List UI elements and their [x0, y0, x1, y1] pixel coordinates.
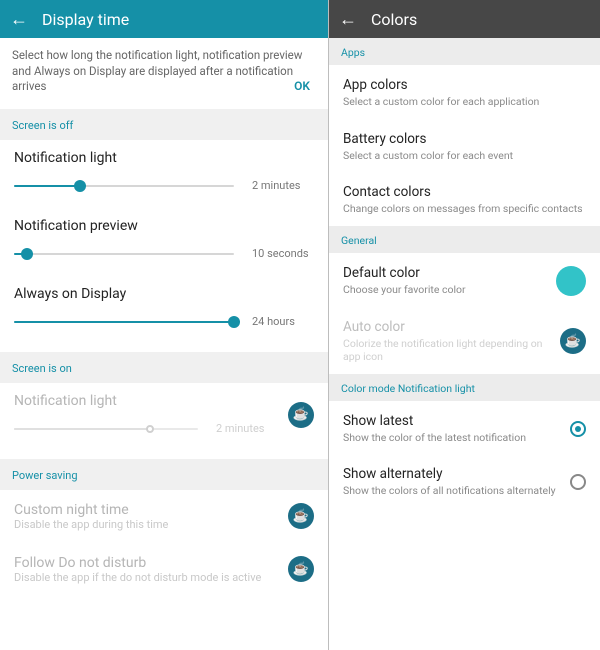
premium-icon[interactable]: ☕	[288, 402, 314, 428]
section-power-saving: Power saving	[0, 459, 328, 490]
row-title: Contact colors	[343, 184, 586, 200]
app-colors-row[interactable]: App colors Select a custom color for eac…	[329, 65, 600, 119]
section-general: General	[329, 226, 600, 253]
auto-color-row[interactable]: Auto color Colorize the notification lig…	[329, 307, 600, 374]
row-title: Always on Display	[14, 286, 314, 302]
notification-light-slider[interactable]	[14, 178, 234, 194]
show-alternately-row[interactable]: Show alternately Show the colors of all …	[329, 454, 600, 508]
appbar: ← Display time	[0, 0, 328, 38]
color-swatch[interactable]	[556, 266, 586, 296]
row-title: Notification light	[14, 150, 314, 166]
row-subtitle: Show the color of the latest notificatio…	[343, 431, 570, 445]
row-title: Default color	[343, 265, 556, 281]
premium-icon[interactable]: ☕	[560, 328, 586, 354]
row-title: Show latest	[343, 413, 570, 429]
radio-unselected-icon[interactable]	[570, 474, 586, 490]
row-title: Auto color	[343, 319, 560, 335]
slider-value: 10 seconds	[252, 247, 314, 260]
back-icon[interactable]: ←	[339, 9, 357, 30]
row-subtitle: Colorize the notification light dependin…	[343, 337, 560, 364]
default-color-row[interactable]: Default color Choose your favorite color	[329, 253, 600, 307]
always-on-display-row[interactable]: Always on Display 24 hours	[0, 276, 328, 344]
radio-selected-icon[interactable]	[570, 421, 586, 437]
row-subtitle: Change colors on messages from specific …	[343, 202, 586, 216]
description-row: Select how long the notification light, …	[0, 38, 328, 101]
row-title: Battery colors	[343, 131, 586, 147]
section-color-mode: Color mode Notification light	[329, 374, 600, 401]
follow-dnd-row[interactable]: Follow Do not disturb Disable the app if…	[0, 543, 328, 596]
slider-value: 2 minutes	[252, 179, 314, 192]
colors-screen: ← Colors Apps App colors Select a custom…	[329, 0, 600, 650]
row-title: Follow Do not disturb	[14, 555, 288, 571]
display-time-screen: ← Display time Select how long the notif…	[0, 0, 329, 650]
notification-preview-row[interactable]: Notification preview 10 seconds	[0, 208, 328, 276]
row-subtitle: Select a custom color for each event	[343, 149, 586, 163]
notification-light-row[interactable]: Notification light 2 minutes	[0, 140, 328, 208]
row-title: Notification light	[14, 393, 278, 409]
premium-icon[interactable]: ☕	[288, 503, 314, 529]
appbar: ← Colors	[329, 0, 600, 38]
ok-button[interactable]: OK	[294, 78, 310, 94]
notification-preview-slider[interactable]	[14, 246, 234, 262]
row-title: Custom night time	[14, 502, 288, 518]
row-title: Show alternately	[343, 466, 570, 482]
custom-night-time-row[interactable]: Custom night time Disable the app during…	[0, 490, 328, 543]
notification-light-on-slider	[14, 421, 198, 437]
slider-value: 24 hours	[252, 315, 314, 328]
description-text: Select how long the notification light, …	[12, 48, 302, 93]
section-apps: Apps	[329, 38, 600, 65]
back-icon[interactable]: ←	[10, 9, 28, 30]
always-on-display-slider[interactable]	[14, 314, 234, 330]
premium-icon[interactable]: ☕	[288, 556, 314, 582]
section-screen-off: Screen is off	[0, 109, 328, 140]
row-subtitle: Show the colors of all notifications alt…	[343, 484, 570, 498]
row-subtitle: Choose your favorite color	[343, 283, 556, 297]
notification-light-on-row: Notification light 2 minutes ☕	[0, 383, 328, 451]
row-subtitle: Disable the app during this time	[14, 518, 288, 531]
contact-colors-row[interactable]: Contact colors Change colors on messages…	[329, 172, 600, 226]
battery-colors-row[interactable]: Battery colors Select a custom color for…	[329, 119, 600, 173]
page-title: Colors	[371, 10, 417, 29]
row-title: App colors	[343, 77, 586, 93]
slider-value: 2 minutes	[216, 422, 278, 435]
row-subtitle: Disable the app if the do not disturb mo…	[14, 571, 288, 584]
row-subtitle: Select a custom color for each applicati…	[343, 95, 586, 109]
section-screen-on: Screen is on	[0, 352, 328, 383]
show-latest-row[interactable]: Show latest Show the color of the latest…	[329, 401, 600, 455]
row-title: Notification preview	[14, 218, 314, 234]
page-title: Display time	[42, 10, 129, 29]
